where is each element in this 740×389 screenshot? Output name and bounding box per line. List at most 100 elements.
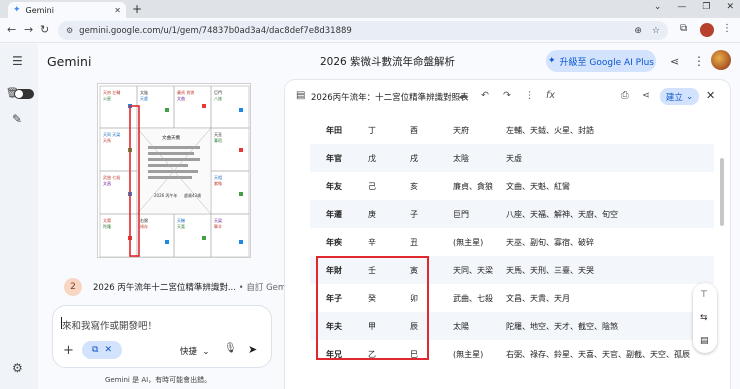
svg-text:武曲 七殺: 武曲 七殺: [103, 174, 120, 180]
prompt-input-box[interactable]: [52, 305, 272, 368]
edit-document-icon[interactable]: ▤: [700, 336, 709, 346]
svg-text:天府 左輔: 天府 左輔: [103, 89, 120, 95]
gemini-sparkle-icon: ✦: [13, 5, 21, 15]
branch-cell: 丑: [410, 237, 418, 247]
left-rail: ☰ 🗑 ✎ ⚙: [0, 44, 38, 389]
translate-icon[interactable]: ⇆: [700, 313, 708, 323]
add-attachment-button[interactable]: +: [63, 343, 74, 358]
bookmark-star-icon[interactable]: ☆: [652, 26, 660, 36]
menu-icon[interactable]: ☰: [12, 54, 23, 68]
aux-star-cell: 陀羅、地空、天才、截空、陰煞: [506, 321, 618, 331]
upgrade-button[interactable]: ✦ 升級至 Google AI Plus: [546, 50, 656, 72]
svg-text:八座: 八座: [214, 95, 222, 101]
create-chevron-icon: ⌄: [685, 91, 694, 102]
prompt-placeholder[interactable]: 來和我寫作或開發吧！: [62, 318, 157, 332]
response-number-badge: 2: [64, 278, 82, 296]
back-icon[interactable]: ←: [7, 23, 16, 36]
svg-text:廉貞 貪狼: 廉貞 貪狼: [177, 89, 194, 95]
branch-cell: 子: [410, 209, 418, 219]
more-icon[interactable]: ⋮: [525, 90, 535, 101]
table-row: 年友 己 亥 廉貞、貪狼 文曲、天魁、紅鸞: [310, 172, 714, 200]
panel-share-icon[interactable]: ⋖: [642, 90, 650, 101]
mode-label: 快捷: [180, 347, 198, 357]
response-chip[interactable]: 2026 丙午流年十二宮位精準辨識對... • 自訂 Gem: [93, 281, 286, 293]
zoom-icon[interactable]: ⊕: [634, 26, 642, 36]
chevron-down-icon: ⌄: [199, 347, 210, 357]
share-icon[interactable]: ⋖: [670, 55, 679, 68]
profile-avatar[interactable]: [700, 23, 714, 37]
svg-text:擎羊: 擎羊: [214, 223, 222, 229]
window-close-icon[interactable]: ✕: [726, 2, 734, 12]
uploaded-chart-image[interactable]: 天府 左輔 火星 太陰 天虛 廉貞 貪狼 文曲 巨門 八座 天同 天梁 天馬 天巫 寡宿 武…: [97, 83, 251, 258]
create-label: 建立: [665, 92, 683, 103]
main-star-cell: 天同、天梁: [453, 265, 493, 275]
url-text: gemini.google.com/u/1/gem/74837b0ad3a4/d…: [79, 25, 352, 36]
account-avatar[interactable]: [711, 50, 731, 70]
stem-cell: 辛: [368, 237, 376, 247]
main-star-cell: 廉貞、貪狼: [453, 181, 493, 191]
main-star-cell: 武曲、七殺: [453, 293, 493, 303]
svg-text:天馬: 天馬: [103, 137, 111, 143]
palace-cell: 年疾: [326, 237, 342, 247]
stem-cell: 己: [368, 181, 376, 191]
site-info-icon[interactable]: ⚙: [66, 26, 73, 35]
aux-star-cell: 天巫、副旬、寡宿、破碎: [506, 237, 594, 247]
reload-icon[interactable]: ↻: [40, 23, 49, 36]
address-bar[interactable]: ⚙ gemini.google.com/u/1/gem/74837b0ad3a4…: [58, 21, 668, 40]
main-star-cell: 太陽: [453, 321, 469, 331]
main-star-cell: (無主星): [453, 237, 484, 247]
svg-text:天巫: 天巫: [214, 132, 222, 137]
undo-icon[interactable]: ↶: [481, 90, 489, 101]
forward-icon[interactable]: →: [24, 23, 33, 36]
chat-title: 2026 紫微斗數流年命盤解析: [320, 56, 456, 68]
aux-star-cell: 八座、天福、解神、天廚、旬空: [506, 209, 618, 219]
gemini-brand[interactable]: Gemini: [47, 54, 91, 69]
aux-star-cell: 文昌、天貴、天月: [506, 293, 570, 303]
temporary-chat-toggle[interactable]: [14, 89, 34, 99]
tools-chip[interactable]: ⧉ ✕: [82, 341, 122, 359]
stem-cell: 庚: [368, 209, 376, 219]
aux-star-cell: 天虛: [506, 153, 522, 163]
maximize-icon[interactable]: ❐: [702, 2, 710, 12]
document-icon: ▤: [296, 90, 306, 101]
new-tab-button[interactable]: +: [132, 2, 142, 16]
new-chat-icon[interactable]: ✎: [12, 112, 22, 126]
panel-close-icon[interactable]: ✕: [706, 89, 715, 102]
tools-icon: ⧉: [92, 345, 99, 355]
send-button[interactable]: ➤: [248, 343, 257, 356]
palace-cell: 年田: [326, 125, 342, 135]
browser-tab[interactable]: ✦ Gemini ✕: [8, 2, 126, 18]
minimize-icon[interactable]: —: [677, 2, 686, 12]
redo-icon[interactable]: ↷: [503, 90, 511, 101]
branch-cell: 亥: [410, 181, 418, 191]
format-icon[interactable]: ⊤: [700, 290, 708, 300]
tab-close-icon[interactable]: ✕: [114, 6, 121, 15]
mode-selector[interactable]: 快捷 ⌄: [180, 345, 210, 357]
browser-menu-icon[interactable]: ⋮: [722, 23, 732, 34]
aux-star-cell: 左輔、天鉞、火星、封誥: [506, 125, 594, 135]
settings-gear-icon[interactable]: ⚙: [12, 361, 23, 375]
stem-cell: 戊: [368, 153, 376, 163]
chart-center-note-2: 虛歲43歲: [184, 192, 201, 198]
response-chip-title: 2026 丙午流年十二宮位精準辨識對...: [93, 283, 236, 293]
more-options-icon[interactable]: ⋮: [693, 54, 705, 68]
svg-text:巨門: 巨門: [214, 90, 222, 95]
window-controls: ⌄ — ❐ ✕: [654, 2, 734, 12]
table-row: 年田 丁 酉 天府 左輔、天鉞、火星、封誥: [310, 116, 714, 144]
tab-search-icon[interactable]: ⌄: [654, 2, 662, 12]
svg-text:天梁: 天梁: [214, 217, 222, 223]
panel-scrollbar[interactable]: [720, 158, 724, 226]
aux-star-cell: 右弼、祿存、鈴星、天喜、天官、副截、天空、孤辰: [506, 349, 690, 359]
chip-close-icon[interactable]: ✕: [104, 345, 112, 355]
create-button[interactable]: 建立 ⌄: [660, 88, 699, 105]
table-row: 年遷 庚 子 巨門 八座、天福、解神、天廚、旬空: [310, 200, 714, 228]
cloud-save-icon[interactable]: ☁: [458, 90, 468, 101]
microphone-icon[interactable]: 🎙: [224, 343, 237, 354]
svg-text:天同 天梁: 天同 天梁: [103, 131, 120, 137]
palace-cell: 年遷: [326, 209, 342, 219]
extensions-icon[interactable]: ⧉: [680, 23, 687, 34]
print-icon[interactable]: ⎙: [621, 90, 629, 101]
formula-icon[interactable]: fx: [546, 90, 555, 101]
tab-title: Gemini: [25, 5, 54, 15]
svg-text:天機: 天機: [177, 217, 185, 223]
